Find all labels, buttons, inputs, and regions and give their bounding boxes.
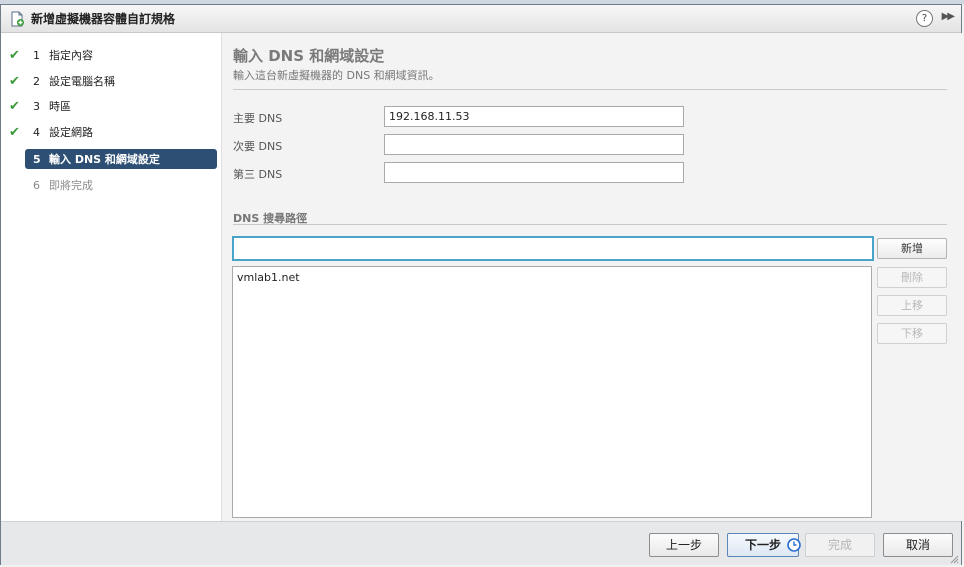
checkmark-icon: ✔ [9,98,20,114]
cancel-button[interactable]: 取消 [883,533,953,557]
expand-icon[interactable]: ▶▶ [942,11,955,22]
step-1-specify-properties[interactable]: ✔ 1 指定內容 [1,45,217,65]
step-label: 時區 [49,100,71,113]
step-number: 4 [33,125,40,139]
tertiary-dns-label: 第三 DNS [233,168,283,181]
step-4-network[interactable]: ✔ 4 設定網路 [1,122,217,142]
step-label: 即將完成 [49,179,93,192]
move-up-button[interactable]: 上移 [877,295,947,316]
search-path-list[interactable]: vmlab1.net [232,266,872,518]
search-path-input[interactable] [232,236,874,261]
next-button[interactable]: 下一步 [727,533,801,557]
dialog-title: 新增虛擬機器容體自訂規格 [31,12,176,26]
wizard-footer: 上一步 下一步 完成 取消 [1,521,961,565]
divider [233,224,947,225]
step-label: 輸入 DNS 和網域設定 [49,153,160,166]
primary-dns-input[interactable] [384,106,684,127]
step-label: 設定網路 [49,126,93,139]
tertiary-dns-input[interactable] [384,162,684,183]
step-label: 指定內容 [49,49,93,62]
move-down-button[interactable]: 下移 [877,323,947,344]
page-title: 輸入 DNS 和網域設定 [233,47,385,65]
remove-button[interactable]: 刪除 [877,267,947,288]
secondary-dns-input[interactable] [384,134,684,155]
checkmark-icon: ✔ [9,47,20,63]
step-label: 設定電腦名稱 [49,75,115,88]
finish-button[interactable]: 完成 [805,533,875,557]
secondary-dns-label: 次要 DNS [233,140,283,153]
wizard-steps-sidebar: ✔ 1 指定內容 ✔ 2 設定電腦名稱 ✔ 3 時區 ✔ 4 設定網路 5 輸入… [1,33,221,521]
step-number: 3 [33,99,40,113]
primary-dns-label: 主要 DNS [233,112,283,125]
checkmark-icon: ✔ [9,73,20,89]
step-number: 1 [33,48,40,62]
title-bar: 新增虛擬機器容體自訂規格 ? ▶▶ [1,5,961,33]
step-number: 2 [33,74,40,88]
add-button[interactable]: 新增 [877,238,947,259]
busy-cursor-icon [787,537,801,552]
dns-settings-panel: 輸入 DNS 和網域設定 輸入這台新虛擬機器的 DNS 和網域資訊。 主要 DN… [221,33,962,521]
help-icon[interactable]: ? [916,10,933,27]
resize-grip-icon[interactable] [949,553,959,564]
step-3-time-zone[interactable]: ✔ 3 時區 [1,96,217,116]
back-button[interactable]: 上一步 [649,533,719,557]
step-5-dns-domain[interactable]: 5 輸入 DNS 和網域設定 [25,149,217,169]
checkmark-icon: ✔ [9,124,20,140]
new-document-icon [9,11,25,27]
step-6-ready-to-complete: 6 即將完成 [1,175,217,195]
step-number: 6 [33,178,40,192]
next-button-label: 下一步 [744,538,781,552]
step-number: 5 [33,152,41,166]
step-2-computer-name[interactable]: ✔ 2 設定電腦名稱 [1,71,217,91]
list-item[interactable]: vmlab1.net [233,267,871,288]
page-subtitle: 輸入這台新虛擬機器的 DNS 和網域資訊。 [233,69,440,82]
wizard-dialog: 新增虛擬機器容體自訂規格 ? ▶▶ ✔ 1 指定內容 ✔ 2 設定電腦名稱 ✔ … [0,4,962,565]
divider [233,89,947,90]
